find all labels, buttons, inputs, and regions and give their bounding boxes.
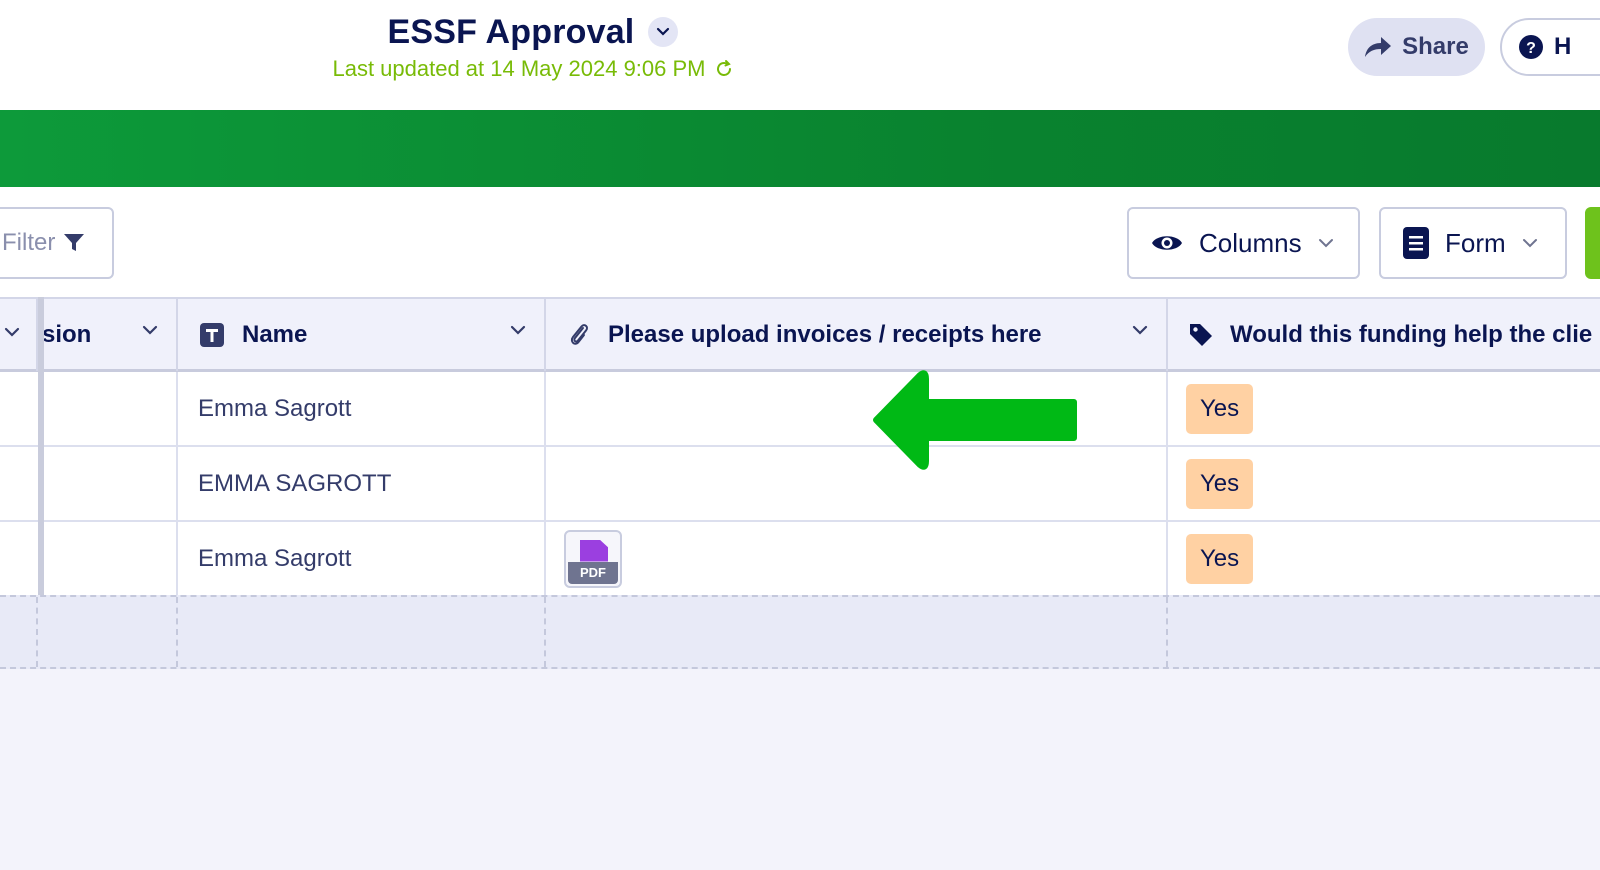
submission-cell[interactable] xyxy=(0,522,178,595)
filter-icon xyxy=(64,234,85,251)
column-label: Please upload invoices / receipts here xyxy=(608,321,1042,348)
chevron-down-icon xyxy=(4,327,20,337)
share-label: Share xyxy=(1402,33,1469,60)
chevron-down-icon xyxy=(510,325,526,335)
annotation-arrow-icon xyxy=(873,370,1077,470)
submission-cell[interactable] xyxy=(0,447,178,520)
share-button[interactable]: Share xyxy=(1348,18,1485,76)
chevron-down-icon xyxy=(142,325,158,335)
chevron-down-icon xyxy=(1522,239,1537,248)
eye-icon xyxy=(1152,236,1182,250)
submission-cell[interactable] xyxy=(0,372,178,445)
form-title-block: ESSF Approval Last updated at 14 May 202… xyxy=(298,12,768,82)
last-updated: Last updated at 14 May 2024 9:06 PM xyxy=(298,56,768,82)
new-row-placeholder[interactable] xyxy=(0,595,1600,669)
table-row[interactable]: Emma Sagrott PDF Yes xyxy=(0,522,1600,597)
name-cell[interactable]: Emma Sagrott xyxy=(178,372,546,445)
funding-cell[interactable]: Yes xyxy=(1168,447,1600,520)
name-value: Emma Sagrott xyxy=(198,544,352,572)
page-title: ESSF Approval xyxy=(387,12,635,51)
chevron-down-icon xyxy=(1132,325,1148,335)
add-button-edge[interactable] xyxy=(1585,207,1600,279)
pdf-attachment[interactable]: PDF xyxy=(564,529,622,588)
frozen-column-divider[interactable] xyxy=(38,297,44,595)
attachment-cell[interactable]: PDF xyxy=(546,522,1168,595)
form-icon xyxy=(1403,227,1429,259)
tag-icon xyxy=(1190,324,1212,346)
header-cell-select[interactable] xyxy=(0,299,38,371)
last-updated-text: Last updated at 14 May 2024 9:06 PM xyxy=(332,56,706,81)
svg-text:?: ? xyxy=(1526,40,1536,57)
empty-cell xyxy=(38,597,178,667)
yes-tag: Yes xyxy=(1186,458,1254,509)
column-label: Would this funding help the clie xyxy=(1230,321,1593,348)
header-cell-funding[interactable]: Would this funding help the clie xyxy=(1168,299,1600,371)
form-label: Form xyxy=(1445,227,1506,258)
empty-cell xyxy=(178,597,546,667)
table-row[interactable]: EMMA SAGROTT Yes xyxy=(0,447,1600,522)
column-label: sion xyxy=(42,321,92,348)
top-bar: ESSF Approval Last updated at 14 May 202… xyxy=(0,0,1600,110)
pdf-file-icon xyxy=(580,539,608,562)
header-banner xyxy=(0,110,1600,187)
columns-label: Columns xyxy=(1199,227,1302,258)
empty-cell xyxy=(0,597,38,667)
help-label: H xyxy=(1554,33,1572,60)
name-value: Emma Sagrott xyxy=(198,394,352,422)
title-dropdown-button[interactable] xyxy=(648,17,679,47)
empty-cell xyxy=(546,597,1168,667)
funding-cell[interactable]: Yes xyxy=(1168,522,1600,595)
header-cell-name[interactable]: Name xyxy=(178,299,546,371)
form-button[interactable]: Form xyxy=(1379,207,1567,279)
chevron-down-icon xyxy=(657,27,670,36)
help-icon: ? xyxy=(1519,35,1543,59)
table-header: sion Name Please upload invoices / recei… xyxy=(0,297,1600,372)
name-cell[interactable]: Emma Sagrott xyxy=(178,522,546,595)
text-field-icon xyxy=(200,323,224,347)
table-toolbar: Filter Columns Form xyxy=(0,187,1600,297)
refresh-icon[interactable] xyxy=(714,59,734,79)
pdf-label: PDF xyxy=(568,561,618,584)
filter-label: Filter xyxy=(2,229,56,256)
funding-cell[interactable]: Yes xyxy=(1168,372,1600,445)
paperclip-icon xyxy=(570,324,588,345)
header-cell-submission[interactable]: sion xyxy=(38,299,178,371)
yes-tag: Yes xyxy=(1186,383,1254,434)
chevron-down-icon xyxy=(1318,239,1333,248)
name-cell[interactable]: EMMA SAGROTT xyxy=(178,447,546,520)
share-icon xyxy=(1365,37,1392,57)
columns-button[interactable]: Columns xyxy=(1127,207,1360,279)
header-cell-invoices[interactable]: Please upload invoices / receipts here xyxy=(546,299,1168,371)
yes-tag: Yes xyxy=(1186,533,1254,584)
column-label: Name xyxy=(242,321,308,348)
filter-button[interactable]: Filter xyxy=(0,207,114,279)
name-value: EMMA SAGROTT xyxy=(198,469,392,497)
table-row[interactable]: Emma Sagrott Yes xyxy=(0,372,1600,447)
help-button[interactable]: ? H xyxy=(1500,18,1600,76)
